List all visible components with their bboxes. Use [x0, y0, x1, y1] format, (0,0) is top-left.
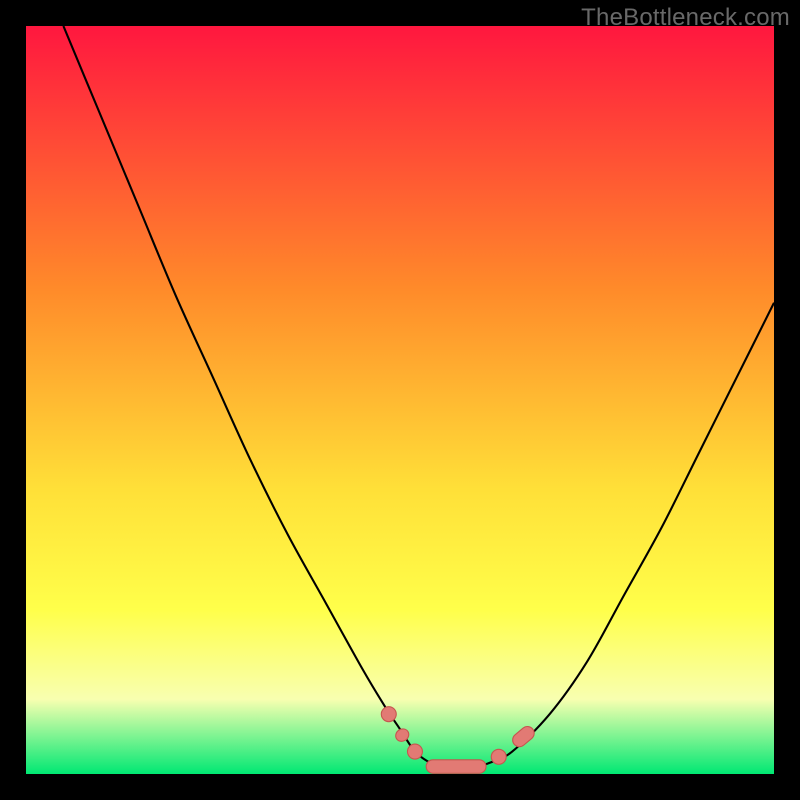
data-marker — [491, 749, 506, 764]
data-marker — [426, 760, 486, 773]
gradient-background — [26, 26, 774, 774]
plot-area — [26, 26, 774, 774]
chart-svg — [26, 26, 774, 774]
data-marker — [381, 707, 396, 722]
data-marker — [407, 744, 422, 759]
chart-frame: TheBottleneck.com — [0, 0, 800, 800]
watermark-text: TheBottleneck.com — [581, 4, 790, 32]
